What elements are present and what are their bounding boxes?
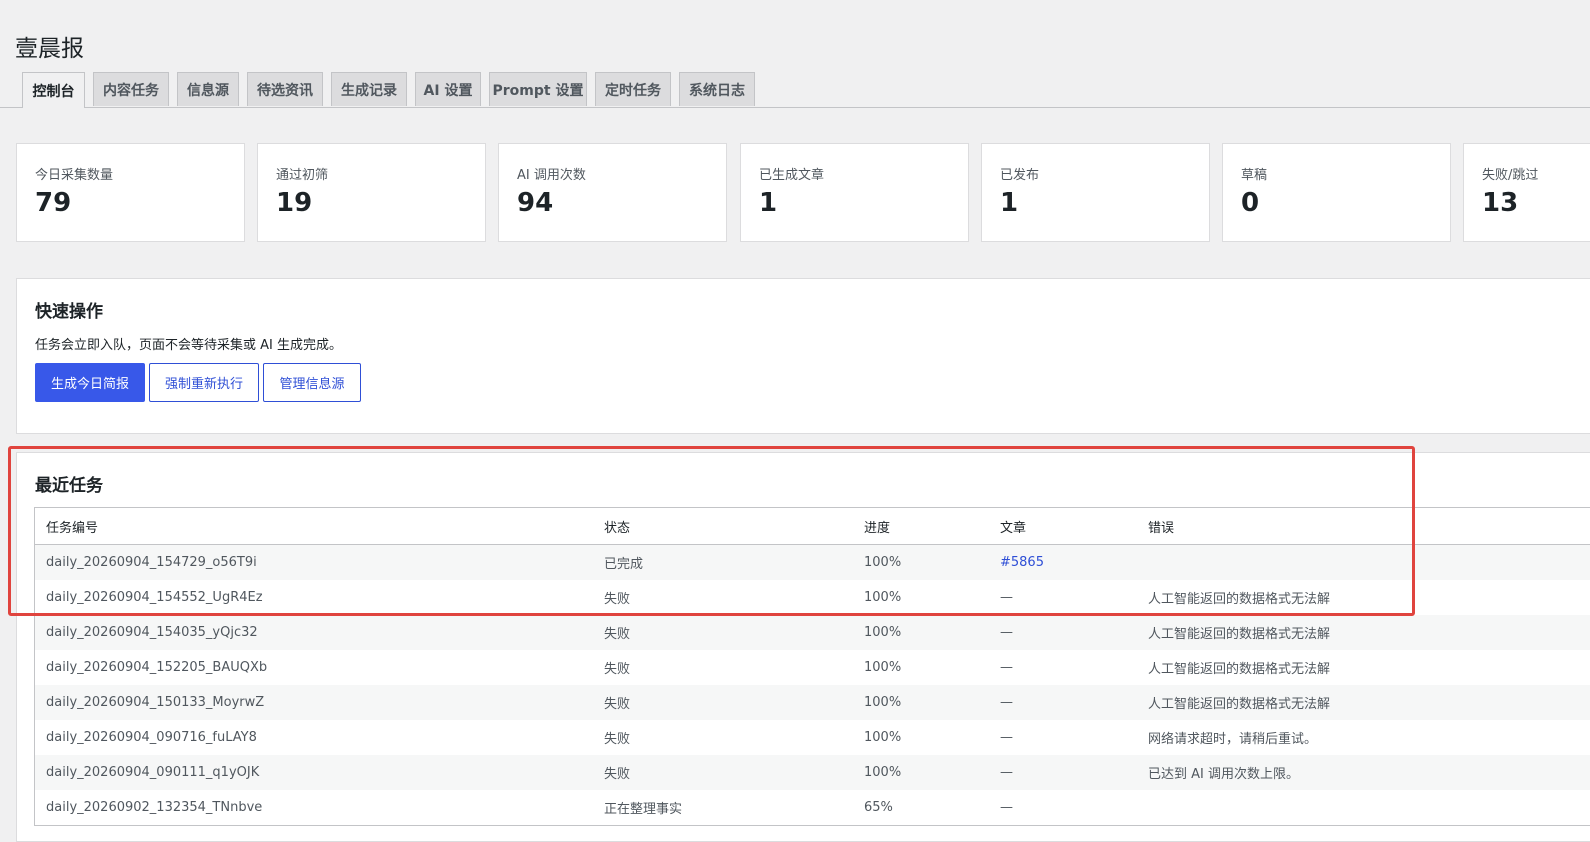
column-header-error: 错误 [1148,520,1175,536]
task-progress: 65% [864,800,893,815]
stat-card-published: 已发布 1 [981,143,1210,242]
task-status: 已完成 [604,557,644,572]
column-header-id: 任务编号 [46,520,99,536]
stat-label: 草稿 [1241,168,1268,183]
force-rerun-button[interactable]: 强制重新执行 [149,363,259,402]
tab-sources[interactable]: 信息源 [177,72,239,106]
task-progress: 100% [864,695,902,710]
table-header-row: 任务编号 状态 进度 文章 错误 [35,508,1590,545]
recent-tasks-table: 任务编号 状态 进度 文章 错误 daily_20260904_154729_o… [34,507,1590,826]
task-status: 正在整理事实 [604,802,683,817]
article-link[interactable]: #5865 [1000,545,1044,580]
stat-label: 已发布 [1000,168,1040,183]
stat-value: 13 [1482,188,1519,218]
task-article: — [1000,765,1013,780]
table-row: daily_20260904_154552_UgR4Ez 失败 100% — 人… [35,580,1590,615]
task-status: 失败 [604,662,631,677]
recent-tasks-title: 最近任务 [35,476,103,496]
task-error: 已达到 AI 调用次数上限。 [1148,767,1299,782]
table-row: daily_20260904_154035_yQjc32 失败 100% — 人… [35,615,1590,650]
stat-value: 79 [35,188,72,218]
task-progress: 100% [864,765,902,780]
task-progress: 100% [864,625,902,640]
task-id: daily_20260904_152205_BAUQXb [46,660,268,675]
stat-label: 已生成文章 [759,168,825,183]
stat-card-collected: 今日采集数量 79 [16,143,245,242]
table-row: daily_20260904_152205_BAUQXb 失败 100% — 人… [35,650,1590,685]
stat-card-generated: 已生成文章 1 [740,143,969,242]
task-id: daily_20260904_154552_UgR4Ez [46,590,263,605]
task-article: — [1000,625,1013,640]
table-row: daily_20260904_090716_fuLAY8 失败 100% — 网… [35,720,1590,755]
stat-value: 1 [1000,188,1019,218]
task-status: 失败 [604,592,631,607]
task-article: — [1000,730,1013,745]
task-id: daily_20260904_090716_fuLAY8 [46,730,257,745]
quick-actions-title: 快速操作 [35,302,103,322]
table-row: daily_20260904_150133_MoyrwZ 失败 100% — 人… [35,685,1590,720]
task-status: 失败 [604,627,631,642]
stat-label: AI 调用次数 [517,168,586,183]
stat-value: 94 [517,188,554,218]
quick-actions-description: 任务会立即入队，页面不会等待采集或 AI 生成完成。 [35,338,342,353]
tab-scheduled-tasks[interactable]: 定时任务 [595,72,671,106]
column-header-progress: 进度 [864,520,891,536]
task-status: 失败 [604,767,631,782]
task-article: — [1000,590,1013,605]
generate-briefing-button[interactable]: 生成今日简报 [35,363,145,402]
task-progress: 100% [864,660,902,675]
tab-system-logs[interactable]: 系统日志 [679,72,755,106]
stat-value: 0 [1241,188,1260,218]
quick-actions-panel: 快速操作 任务会立即入队，页面不会等待采集或 AI 生成完成。 生成今日简报 强… [16,278,1590,434]
task-id: daily_20260904_150133_MoyrwZ [46,695,265,710]
table-row: daily_20260904_090111_q1yOJK 失败 100% — 已… [35,755,1590,790]
column-header-article: 文章 [1000,520,1027,536]
tab-prompt-settings[interactable]: Prompt 设置 [489,72,587,106]
table-row: daily_20260902_132354_TNnbve 正在整理事实 65% … [35,790,1590,825]
column-header-status: 状态 [604,520,631,536]
task-id: daily_20260904_090111_q1yOJK [46,765,260,780]
recent-tasks-panel: 最近任务 任务编号 状态 进度 文章 错误 daily_20260904_154… [16,452,1590,842]
tab-generation-records[interactable]: 生成记录 [331,72,407,106]
task-id: daily_20260904_154729_o56T9i [46,555,257,570]
task-error: 网络请求超时，请稍后重试。 [1148,732,1318,747]
task-id: daily_20260904_154035_yQjc32 [46,625,258,640]
task-progress: 100% [864,730,902,745]
stat-card-screened: 通过初筛 19 [257,143,486,242]
task-progress: 100% [864,555,902,570]
task-article: — [1000,660,1013,675]
stat-label: 今日采集数量 [35,168,114,183]
stat-value: 19 [276,188,313,218]
task-article: — [1000,800,1013,815]
manage-sources-button[interactable]: 管理信息源 [263,363,361,402]
stat-card-ai-calls: AI 调用次数 94 [498,143,727,242]
task-error: 人工智能返回的数据格式无法解 [1148,627,1331,642]
stat-card-failed: 失败/跳过 13 [1463,143,1590,242]
task-status: 失败 [604,697,631,712]
tab-ai-settings[interactable]: AI 设置 [415,72,481,106]
table-row: daily_20260904_154729_o56T9i 已完成 100% #5… [35,545,1590,580]
tab-content-tasks[interactable]: 内容任务 [93,72,169,106]
stat-value: 1 [759,188,778,218]
app-title: 壹晨报 [15,36,84,63]
stat-label: 通过初筛 [276,168,329,183]
task-id: daily_20260902_132354_TNnbve [46,800,263,815]
stat-label: 失败/跳过 [1482,168,1539,183]
task-progress: 100% [864,590,902,605]
task-error: 人工智能返回的数据格式无法解 [1148,662,1331,677]
tab-dashboard[interactable]: 控制台 [22,72,85,108]
tab-bar: 控制台 内容任务 信息源 待选资讯 生成记录 AI 设置 Prompt 设置 定… [0,72,1590,108]
task-error: 人工智能返回的数据格式无法解 [1148,697,1331,712]
tab-pending-news[interactable]: 待选资讯 [247,72,323,106]
task-article: — [1000,695,1013,710]
task-status: 失败 [604,732,631,747]
task-error: 人工智能返回的数据格式无法解 [1148,592,1331,607]
stat-card-drafts: 草稿 0 [1222,143,1451,242]
